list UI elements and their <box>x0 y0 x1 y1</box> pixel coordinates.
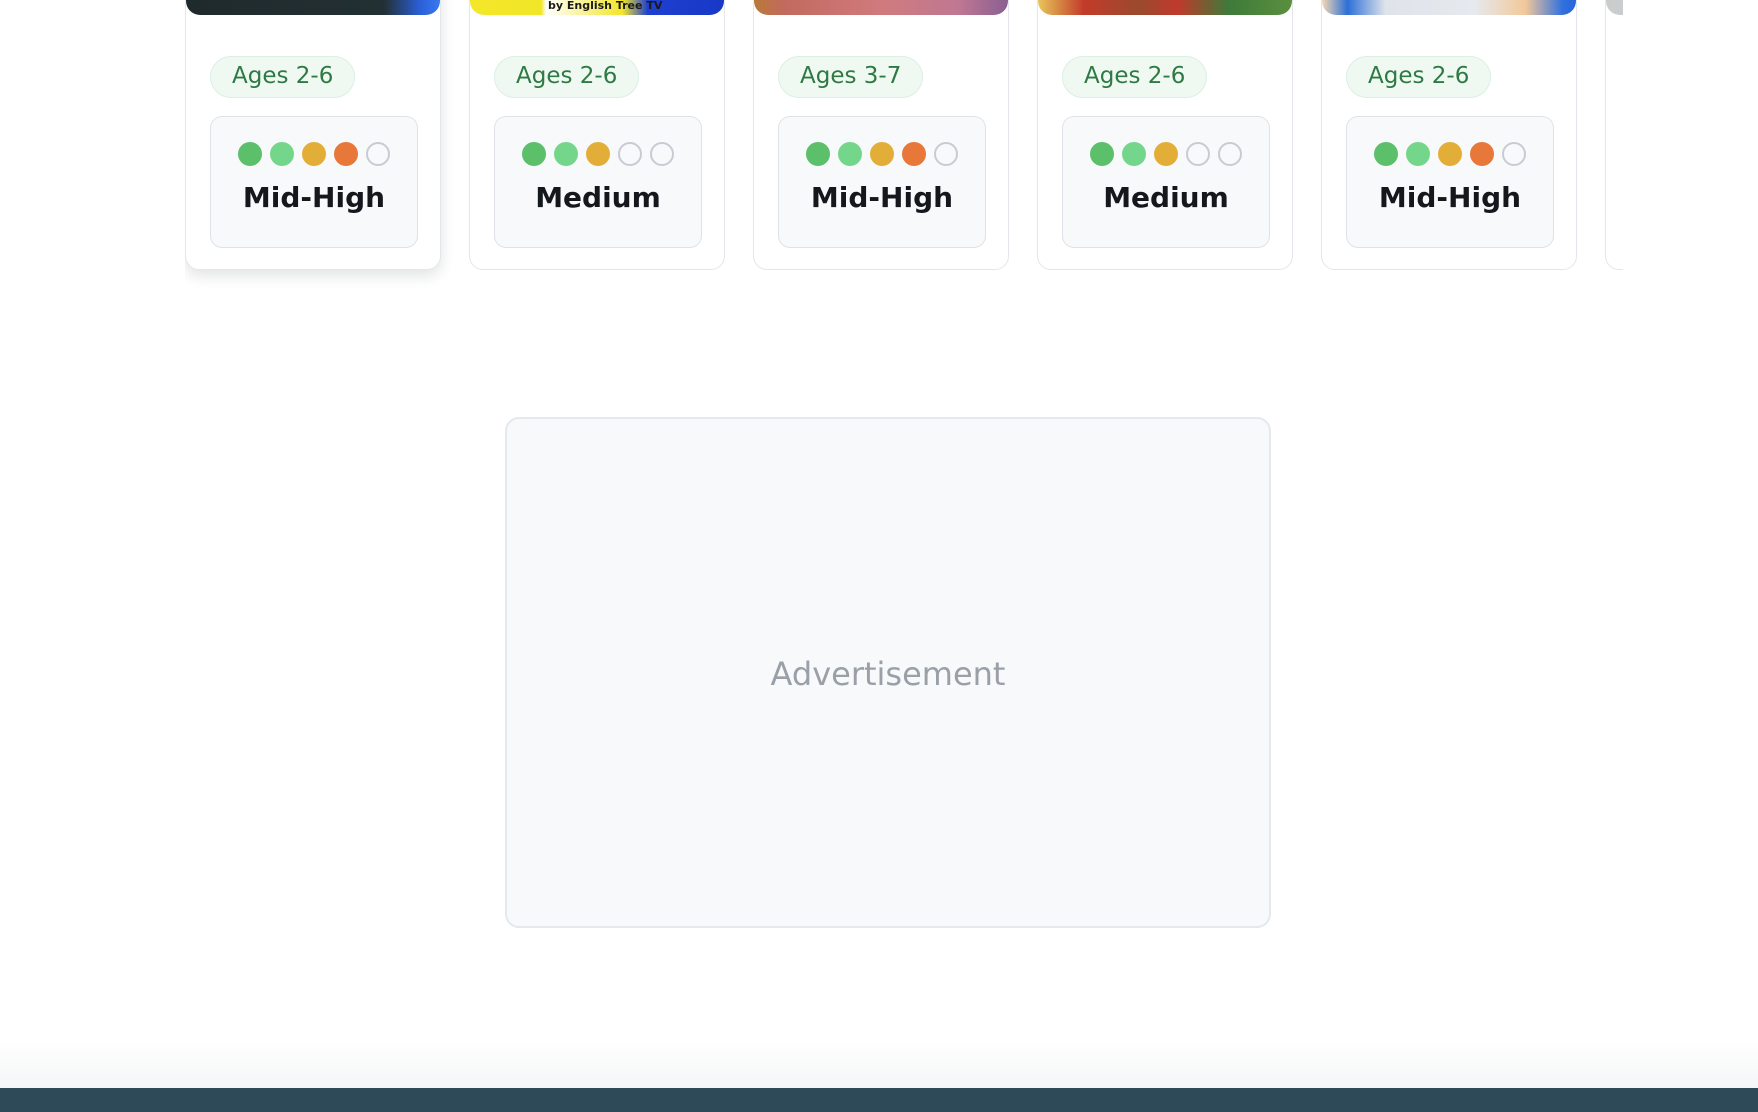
level-label: Medium <box>535 181 661 214</box>
level-dot-empty <box>1502 142 1526 166</box>
level-label: Mid-High <box>1378 181 1522 214</box>
age-badge: Ages 2-6 <box>1346 56 1492 98</box>
age-badge: Ages 2-6 <box>494 56 640 98</box>
level-dot <box>902 142 926 166</box>
video-thumbnail[interactable] <box>1322 0 1576 15</box>
video-card[interactable]: by English Tree TV Ages 2-6 Medium <box>469 0 725 270</box>
page: Ages 2-6 Mid-High by English Tree TV Age… <box>0 0 1758 1112</box>
level-indicator: Mid-High <box>778 116 986 248</box>
level-dot <box>870 142 894 166</box>
level-dots <box>779 142 985 168</box>
level-dot <box>1090 142 1114 166</box>
level-dot <box>270 142 294 166</box>
level-dot-empty <box>650 142 674 166</box>
video-thumbnail[interactable] <box>1606 0 1623 15</box>
advertisement-label: Advertisement <box>770 655 1006 693</box>
level-dots <box>1347 142 1553 168</box>
level-dot-empty <box>1186 142 1210 166</box>
level-dot <box>554 142 578 166</box>
age-badge: Ages 2-6 <box>210 56 356 98</box>
level-dot <box>838 142 862 166</box>
level-dot <box>806 142 830 166</box>
video-card-partial[interactable] <box>1605 0 1623 270</box>
level-indicator: Medium <box>494 116 702 248</box>
footer-fade <box>0 1040 1758 1088</box>
video-thumbnail[interactable]: by English Tree TV <box>470 0 724 15</box>
level-label: Mid-High <box>810 181 954 214</box>
level-dot <box>586 142 610 166</box>
age-badge: Ages 3-7 <box>778 56 924 98</box>
level-dot-empty <box>1218 142 1242 166</box>
level-dot <box>1406 142 1430 166</box>
level-dot <box>334 142 358 166</box>
level-dot <box>1470 142 1494 166</box>
level-dots <box>211 142 417 168</box>
level-dot-empty <box>366 142 390 166</box>
level-dots <box>1063 142 1269 168</box>
level-indicator: Medium <box>1062 116 1270 248</box>
level-dots <box>495 142 701 168</box>
level-dot <box>1374 142 1398 166</box>
level-indicator: Mid-High <box>210 116 418 248</box>
advertisement-slot: Advertisement <box>505 417 1271 928</box>
level-dot <box>1122 142 1146 166</box>
level-dot <box>302 142 326 166</box>
video-card[interactable]: Ages 3-7 Mid-High <box>753 0 1009 270</box>
video-card[interactable]: Ages 2-6 Mid-High <box>1321 0 1577 270</box>
level-dot <box>1154 142 1178 166</box>
video-card[interactable]: Ages 2-6 Mid-High <box>185 0 441 270</box>
video-thumbnail[interactable] <box>754 0 1008 15</box>
level-dot <box>238 142 262 166</box>
footer-bar <box>0 1088 1758 1112</box>
level-dot-empty <box>934 142 958 166</box>
level-dot <box>1438 142 1462 166</box>
level-dot-empty <box>618 142 642 166</box>
level-dot <box>522 142 546 166</box>
video-carousel: Ages 2-6 Mid-High by English Tree TV Age… <box>185 0 1623 300</box>
video-thumbnail[interactable] <box>1038 0 1292 15</box>
level-label: Medium <box>1103 181 1229 214</box>
video-thumbnail[interactable] <box>186 0 440 15</box>
thumbnail-caption: by English Tree TV <box>548 0 663 12</box>
level-label: Mid-High <box>242 181 386 214</box>
age-badge: Ages 2-6 <box>1062 56 1208 98</box>
level-indicator: Mid-High <box>1346 116 1554 248</box>
video-card[interactable]: Ages 2-6 Medium <box>1037 0 1293 270</box>
